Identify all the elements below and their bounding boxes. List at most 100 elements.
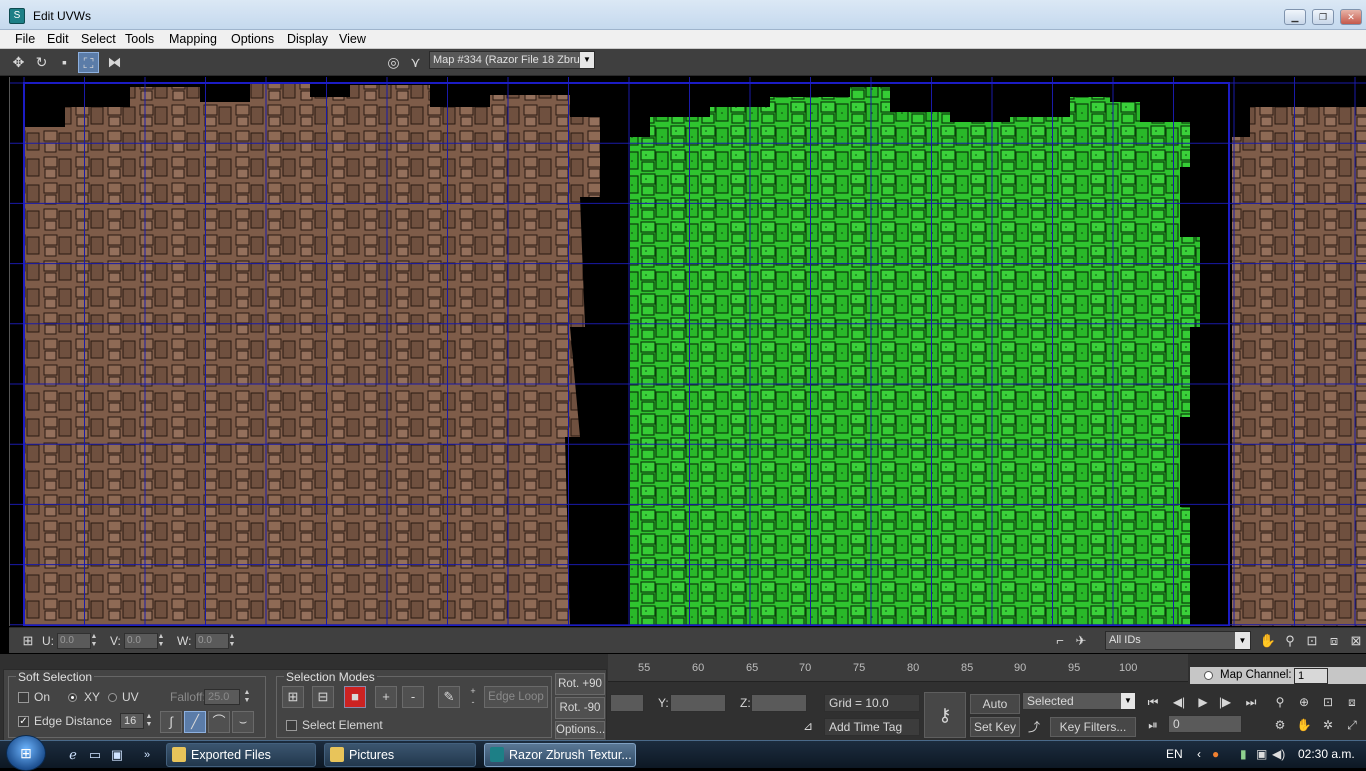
key-tangent-icon[interactable]: ⤴ [1024, 717, 1044, 737]
goto-end-icon[interactable]: ⏭ [1241, 692, 1261, 712]
internet-explorer-icon[interactable]: ℯ [64, 746, 82, 764]
w-field[interactable]: 0.0 [195, 633, 229, 649]
pan-icon[interactable]: ✋ [1259, 632, 1277, 650]
v-spinner-icon[interactable]: ▲ ▼ [157, 633, 165, 649]
time-config-icon[interactable]: ⚙ [1270, 715, 1290, 735]
orbit-icon[interactable]: ✲ [1318, 715, 1338, 735]
falloff-spinner-icon[interactable]: ▲ ▼ [243, 689, 251, 705]
zoom-extents-all-icon[interactable]: ⧈ [1342, 692, 1362, 712]
texture-map-select[interactable]: Map #334 (Razor File 18 Zbrus ▼ [429, 51, 595, 69]
taskbar-exported-files[interactable]: Exported Files [166, 743, 316, 767]
key-mode-toggle-icon[interactable]: ⏯ [1143, 715, 1163, 735]
taskbar-pictures[interactable]: Pictures [324, 743, 476, 767]
freeform-icon[interactable]: ⛶ [78, 52, 99, 73]
key-mode-icon[interactable]: ⊿ [798, 716, 818, 736]
select-element-checkbox[interactable] [286, 720, 297, 731]
map-channel-radio[interactable] [1204, 671, 1213, 680]
lock-selection-icon[interactable]: ⊞ [19, 632, 37, 650]
paint-select-icon[interactable]: ✎ [438, 686, 460, 708]
v-field[interactable]: 0.0 [124, 633, 158, 649]
set-key-button[interactable]: Set Key [970, 717, 1020, 737]
y-field[interactable] [670, 694, 726, 712]
network-icon[interactable]: ▣ [1256, 747, 1267, 761]
prev-frame-icon[interactable]: ◀| [1169, 692, 1189, 712]
taskbar-3dsmax[interactable]: Razor Zbrush Textur... [484, 743, 636, 767]
set-key-icon[interactable]: ⚷ [924, 692, 966, 738]
w-spinner-icon[interactable]: ▲ ▼ [228, 633, 236, 649]
menu-edit[interactable]: Edit [46, 31, 70, 48]
edge-distance-checkbox[interactable]: ✓ [18, 716, 29, 727]
falloff-smooth-icon[interactable]: ∫ [160, 711, 182, 733]
zoom-icon[interactable]: ⚲ [1281, 632, 1299, 650]
menu-mapping[interactable]: Mapping [168, 31, 218, 48]
play-icon[interactable]: ▶ [1193, 692, 1213, 712]
edge-loop-button[interactable]: Edge Loop [484, 686, 548, 708]
key-set-select[interactable]: Selected ▼ [1022, 692, 1136, 710]
rotate-icon[interactable]: ↻ [31, 52, 52, 73]
add-time-tag[interactable]: Add Time Tag [824, 718, 920, 736]
start-button[interactable]: ⊞ [6, 735, 46, 771]
soft-selection-on-checkbox[interactable] [18, 692, 29, 703]
falloff-field[interactable]: 25.0 [204, 689, 240, 705]
menu-file[interactable]: File [14, 31, 36, 48]
u-field[interactable]: 0.0 [57, 633, 91, 649]
close-button[interactable]: ✕ [1340, 9, 1362, 25]
link-icon[interactable]: ⌐ [1051, 632, 1069, 650]
more-quicklaunch-icon[interactable]: » [138, 746, 156, 764]
pan-view-icon[interactable]: ✋ [1294, 715, 1314, 735]
options-button[interactable]: Options... [555, 721, 605, 739]
menu-display[interactable]: Display [286, 31, 329, 48]
minimize-button[interactable]: ▁ [1284, 9, 1306, 25]
zoom-region-icon[interactable]: ⊡ [1303, 632, 1321, 650]
scale-icon[interactable]: ▪ [54, 52, 75, 73]
checker-map-icon[interactable]: ◎ [383, 52, 404, 73]
menu-view[interactable]: View [338, 31, 367, 48]
material-id-select[interactable]: All IDs ▼ [1105, 631, 1251, 650]
zoom-extents-icon[interactable]: ⧈ [1325, 632, 1343, 650]
switch-windows-icon[interactable]: ▣ [108, 746, 126, 764]
falloff-linear-icon[interactable]: ╱ [184, 711, 206, 733]
map-channel-field[interactable]: 1 [1294, 668, 1328, 684]
menu-select[interactable]: Select [80, 31, 117, 48]
vertex-mode-icon[interactable]: ⊞ [282, 686, 304, 708]
xy-radio[interactable] [68, 693, 77, 702]
timeline-ruler[interactable]: 55 60 65 70 75 80 85 90 95 100 [608, 654, 1188, 682]
show-desktop-icon[interactable]: ▭ [86, 746, 104, 764]
uv-canvas[interactable] [10, 77, 1366, 626]
edge-distance-spinner-icon[interactable]: ▲ ▼ [145, 713, 153, 729]
rotate-plus-90-button[interactable]: Rot. +90 [555, 673, 605, 695]
goto-start-icon[interactable]: ⏮ [1143, 692, 1163, 712]
uv-view-icon[interactable]: ⋎ [405, 52, 426, 73]
maximize-viewport-icon[interactable]: ⤢ [1342, 715, 1362, 735]
zoom-all-icon[interactable]: ⊕ [1294, 692, 1314, 712]
falloff-fast-icon[interactable]: ⌣ [232, 711, 254, 733]
next-frame-icon[interactable]: |▶ [1215, 692, 1235, 712]
face-mode-icon[interactable]: ■ [344, 686, 366, 708]
current-frame-field[interactable]: 0 [1168, 715, 1242, 733]
move-icon[interactable]: ✥ [8, 52, 29, 73]
edge-distance-field[interactable]: 16 [120, 713, 144, 729]
maximize-button[interactable]: ❐ [1312, 9, 1334, 25]
rotate-minus-90-button[interactable]: Rot. -90 [555, 697, 605, 719]
show-hidden-icons-icon[interactable]: ‹ [1197, 747, 1201, 761]
auto-key-button[interactable]: Auto Key [970, 694, 1020, 729]
usb-icon[interactable]: ▮ [1240, 747, 1247, 761]
uv-radio[interactable] [108, 693, 117, 702]
z-field[interactable] [751, 694, 807, 712]
u-spinner-icon[interactable]: ▲ ▼ [90, 633, 98, 649]
edge-mode-icon[interactable]: ⊟ [312, 686, 334, 708]
zoom-extents-icon[interactable]: ⊡ [1318, 692, 1338, 712]
key-filters-button[interactable]: Key Filters... [1050, 717, 1136, 737]
expand-selection-button[interactable]: + [375, 686, 397, 708]
grid-snap-icon[interactable]: ⊠ [1347, 632, 1365, 650]
language-indicator[interactable]: EN [1166, 747, 1183, 761]
x-field[interactable] [610, 694, 644, 712]
firefox-icon[interactable]: ● [1212, 747, 1219, 761]
menu-tools[interactable]: Tools [124, 31, 155, 48]
falloff-slow-icon[interactable]: ⌒ [208, 711, 230, 733]
mirror-icon[interactable]: ⧓ [104, 52, 125, 73]
pin-icon[interactable]: ✈ [1072, 632, 1090, 650]
zoom-icon[interactable]: ⚲ [1270, 692, 1290, 712]
uv-viewport[interactable] [9, 77, 1366, 626]
paint-size-spinner-icon[interactable]: + - [469, 686, 477, 708]
